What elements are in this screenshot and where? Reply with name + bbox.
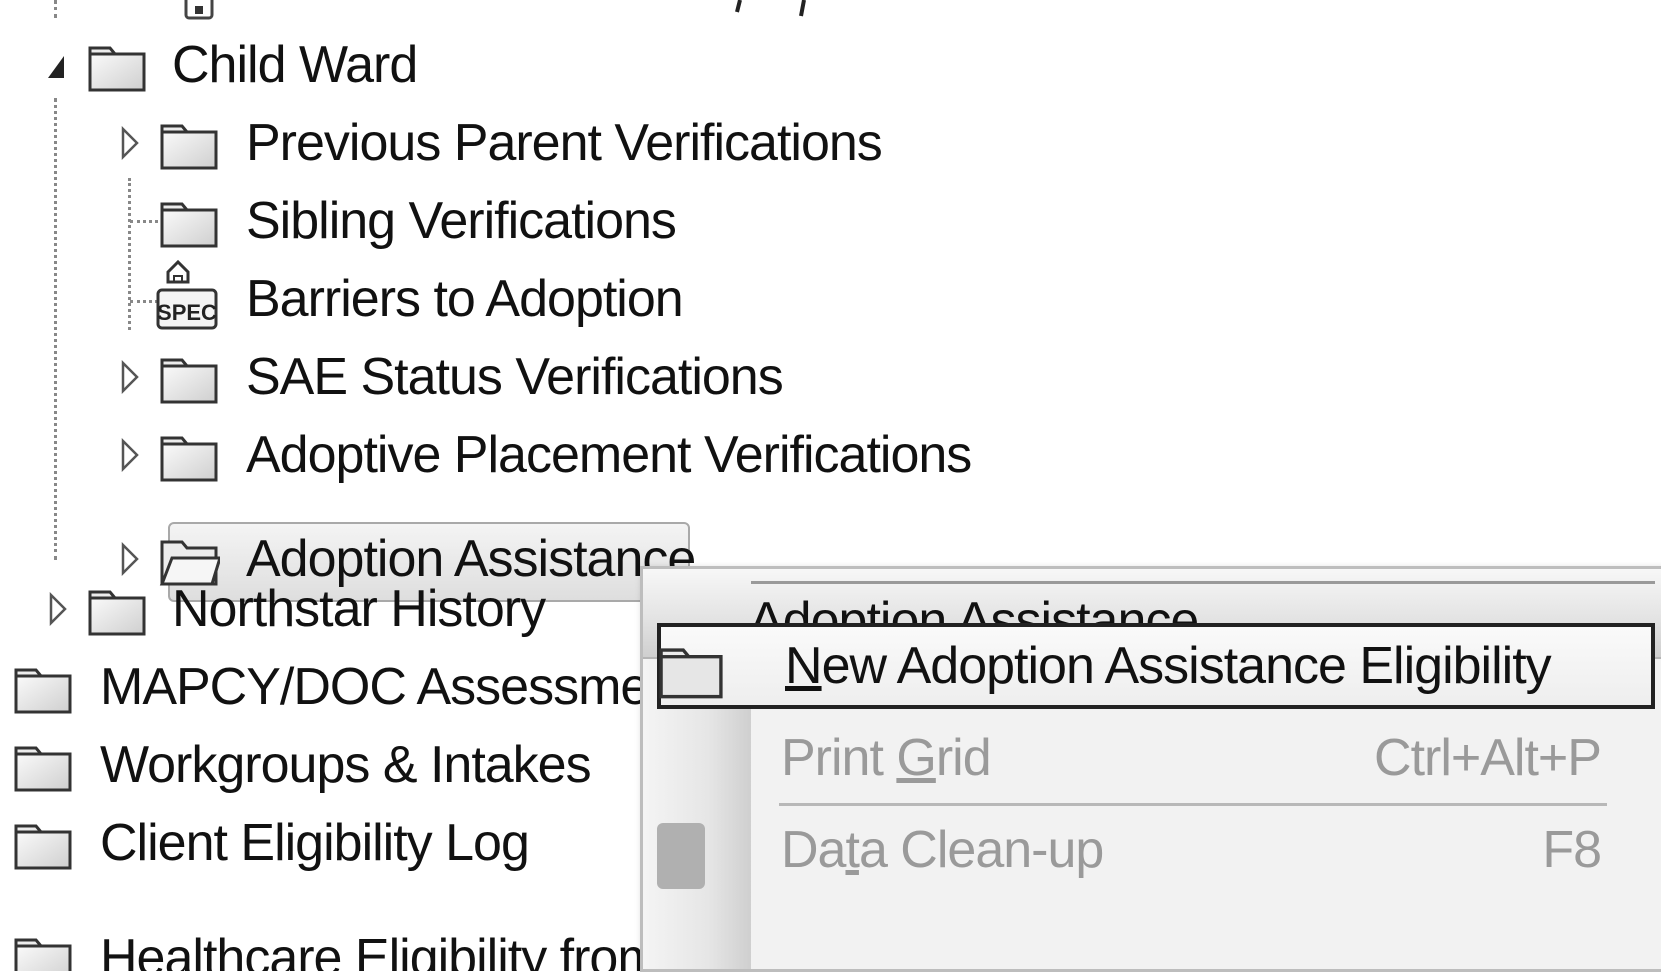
expand-arrow-icon[interactable]	[120, 126, 140, 160]
tree-node-northstar-history[interactable]: Northstar History	[0, 574, 600, 644]
tree-node-label: Barriers to Adoption	[246, 270, 684, 328]
folder-icon	[160, 124, 218, 170]
spec-icon-text: SPEC	[157, 300, 217, 325]
folder-icon	[14, 824, 72, 870]
tree-node-label: Previous Parent Verifications	[246, 114, 883, 172]
partial-node-icon	[184, 0, 214, 20]
folder-icon	[659, 648, 723, 699]
tree-node-label: Northstar History	[172, 580, 546, 638]
menu-item-label: New Adoption Assistance Eligibility	[785, 637, 1552, 695]
menu-item-data-clean-up[interactable]: Data Clean-up F8	[657, 807, 1655, 893]
context-menu: Adoption Assistance New Adoption Assista…	[640, 566, 1661, 972]
menu-item-new-adoption-assistance-eligibility[interactable]: New Adoption Assistance Eligibility	[657, 623, 1655, 709]
tree-node-previous-parent-verifications[interactable]: Previous Parent Verifications	[0, 108, 883, 178]
spec-document-icon: SPEC	[156, 259, 218, 330]
folder-icon	[160, 202, 218, 248]
tree-node-adoptive-placement-verifications[interactable]: Adoptive Placement Verifications	[0, 420, 972, 490]
menu-item-shortcut: Ctrl+Alt+P	[1374, 729, 1602, 787]
collapse-arrow-icon[interactable]	[46, 48, 66, 82]
folder-icon	[88, 590, 146, 636]
tree-node-child-ward[interactable]: Child Ward	[0, 30, 600, 100]
tree-node-label: Sibling Verifications	[246, 192, 677, 250]
menu-item-label: Data Clean-up	[781, 821, 1104, 879]
expand-arrow-icon[interactable]	[120, 542, 140, 576]
tree-node-label: MAPCY/DOC Assessments	[100, 658, 716, 716]
tree-node-barriers-to-adoption[interactable]: SPEC Barriers to Adoption	[0, 259, 684, 334]
folder-icon	[14, 668, 72, 714]
tree-node-workgroups-intakes[interactable]: Workgroups & Intakes	[0, 730, 630, 800]
tree-node-sibling-verifications[interactable]: Sibling Verifications	[0, 186, 677, 256]
tree-node-label: Adoptive Placement Verifications	[246, 426, 972, 484]
tree-node-label: Workgroups & Intakes	[100, 736, 592, 794]
menu-item-print-grid[interactable]: Print Grid Ctrl+Alt+P	[657, 715, 1655, 801]
folder-icon	[88, 46, 146, 92]
expand-arrow-icon[interactable]	[120, 360, 140, 394]
tree-node-label: Child Ward	[172, 36, 418, 94]
tree-node-mapcy-doc-assessments[interactable]: MAPCY/DOC Assessments	[0, 652, 716, 722]
folder-icon	[14, 938, 72, 971]
menu-item-shortcut: F8	[1542, 821, 1602, 879]
menu-separator	[779, 803, 1607, 806]
tree-node-label: SAE Status Verifications	[246, 348, 784, 406]
menu-item-label: Print Grid	[781, 729, 992, 787]
tree-node-client-eligibility-log[interactable]: Client Eligibility Log	[0, 808, 630, 878]
expand-arrow-icon[interactable]	[48, 592, 68, 626]
partial-text-fragment	[735, 0, 806, 17]
tree-connector-line	[54, 0, 57, 18]
tree-node-label: Healthcare Eligibility from MMIS	[100, 929, 640, 971]
menu-header-rule	[751, 581, 1655, 584]
folder-icon	[160, 436, 218, 482]
data-cleanup-icon	[657, 823, 705, 889]
tree-node-healthcare-eligibility[interactable]: Healthcare Eligibility from MMIS	[0, 886, 640, 971]
folder-icon	[160, 358, 218, 404]
folder-icon	[14, 746, 72, 792]
expand-arrow-icon[interactable]	[120, 438, 140, 472]
tree-node-label: Client Eligibility Log	[100, 814, 530, 872]
tree-node-sae-status-verifications[interactable]: SAE Status Verifications	[0, 342, 784, 412]
